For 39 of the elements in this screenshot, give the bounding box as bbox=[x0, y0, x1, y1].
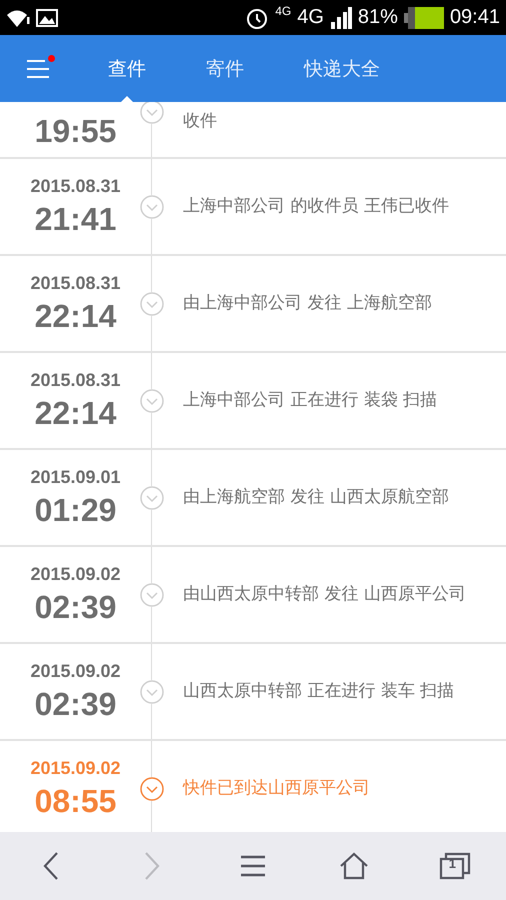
event-description: 山西太原中转部 正在进行 装车 扫描 bbox=[183, 680, 454, 703]
event-date: 2015.08.31 bbox=[30, 370, 121, 390]
nav-tab[interactable]: 查件 bbox=[78, 35, 176, 102]
clock-time: 09:41 bbox=[450, 6, 500, 29]
event-date: 2015.08.31 bbox=[30, 176, 121, 196]
tabs-icon bbox=[439, 852, 472, 880]
event-description: 上海中部公司 正在进行 装袋 扫描 bbox=[183, 389, 438, 412]
event-description: 上海中部公司 的收件员 王伟已收件 bbox=[183, 195, 449, 218]
network-label: 4G bbox=[297, 6, 324, 29]
event-time: 22:14 bbox=[34, 394, 116, 432]
menu-icon bbox=[27, 58, 51, 78]
event-time: 02:39 bbox=[34, 686, 116, 722]
event-date: 2015.09.01 bbox=[30, 466, 121, 488]
battery-percent: 81% bbox=[358, 6, 398, 29]
event-description: 由上海中部公司 发往 上海航空部 bbox=[183, 292, 432, 315]
event-description: 收件 bbox=[183, 110, 217, 133]
event-time: 02:39 bbox=[34, 588, 116, 626]
wifi-icon bbox=[6, 8, 30, 28]
home-icon bbox=[339, 852, 370, 880]
event-time: 19:55 bbox=[34, 113, 116, 150]
event-date: 2015.09.02 bbox=[30, 564, 121, 584]
event-date: 2015.08.31 bbox=[30, 272, 121, 294]
image-icon bbox=[36, 8, 58, 28]
nav-tab[interactable]: 寄件 bbox=[176, 35, 274, 102]
network-label: 4G bbox=[275, 4, 292, 18]
event-time: 22:14 bbox=[34, 298, 116, 334]
event-description: 由山西太原中转部 发往 山西原平公司 bbox=[183, 583, 466, 606]
battery-icon bbox=[404, 6, 444, 28]
event-time: 01:29 bbox=[34, 492, 116, 528]
event-time: 21:41 bbox=[34, 200, 116, 238]
nav-tab[interactable]: 快递大全 bbox=[274, 35, 410, 102]
event-date: 2015.09.02 bbox=[30, 758, 121, 778]
event-description: 快件已到达山西原平公司 bbox=[183, 777, 370, 800]
signal-icon bbox=[330, 6, 352, 28]
event-date: 2015.09.02 bbox=[30, 660, 121, 682]
back-icon bbox=[40, 851, 61, 881]
event-description: 由上海航空部 发往 山西太原航空部 bbox=[183, 486, 449, 509]
menu-icon bbox=[240, 855, 266, 877]
event-time: 08:55 bbox=[34, 782, 116, 820]
